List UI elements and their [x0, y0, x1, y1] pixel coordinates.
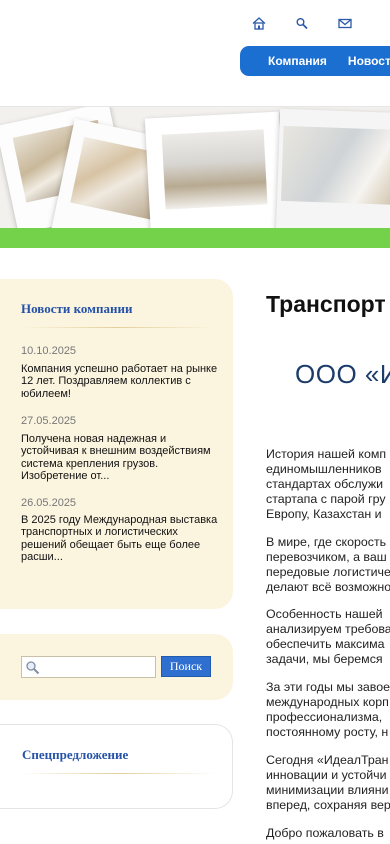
page-title: Транспорт	[266, 291, 386, 317]
search-panel: Поиск	[0, 634, 233, 700]
paragraph: Добро пожаловать в	[266, 826, 390, 841]
mail-icon[interactable]	[334, 14, 355, 32]
paragraph-line: вперед, сохраняя вер	[266, 798, 390, 812]
special-offer-panel: Спецпредложение	[0, 724, 233, 809]
home-icon[interactable]	[248, 14, 269, 32]
search-icon	[26, 661, 40, 675]
paragraph-line: Европу, Казахстан и	[266, 507, 382, 521]
paragraph-line: За эти годы мы завое	[266, 680, 390, 694]
paragraph-line: международных корп	[266, 695, 389, 709]
company-name: ООО «И	[295, 359, 390, 389]
paragraph-line: В мире, где скорость	[266, 535, 387, 549]
paragraph-line: передовые логистиче	[266, 565, 390, 579]
paragraph-line: минимизации влияни	[266, 783, 389, 797]
news-date: 27.05.2025	[21, 415, 77, 427]
main-nav: Компания Новост	[240, 46, 390, 76]
paragraph: За эти годы мы завое международных корп пр…	[266, 680, 390, 740]
paragraph-line: обеспечить максима	[266, 637, 385, 651]
nav-item-company[interactable]: Компания	[268, 54, 327, 68]
banner-photo	[144, 111, 286, 243]
search-input[interactable]	[42, 657, 154, 677]
paragraph-line: постоянному росту, н	[266, 725, 389, 739]
news-date: 26.05.2025	[21, 497, 77, 509]
paragraph-line: Особенность нашей	[266, 607, 383, 621]
paragraph-line: История нашей комп	[266, 447, 387, 461]
paragraph-line: единомышленников	[266, 462, 382, 476]
news-panel-title[interactable]: Новости компании	[21, 301, 133, 317]
news-date: 10.10.2025	[21, 345, 77, 357]
paragraph-line: анализируем требова	[266, 622, 390, 636]
paragraph-line: профессионализма,	[266, 710, 383, 724]
paragraph: История нашей комп единомышленников станда…	[266, 447, 390, 522]
paragraph-line: стартапа с парой гру	[266, 492, 386, 506]
paragraph-line: задачи, мы беремся	[266, 652, 383, 666]
news-item-text[interactable]: В 2025 году Международная выставка транс…	[21, 514, 219, 563]
nav-item-news[interactable]: Новост	[348, 54, 390, 68]
banner-stripe	[0, 228, 390, 248]
paragraph-line: стандартах обслужи	[266, 477, 384, 491]
paragraph-line: перевозчиком, а ваш	[266, 550, 387, 564]
divider	[21, 327, 215, 328]
paragraph-line: делают всё возможно	[266, 580, 390, 594]
paragraph-line: Сегодня «ИдеалТран	[266, 753, 389, 767]
paragraph-line: инновации и устойчи	[266, 768, 387, 782]
news-item-text[interactable]: Компания успешно работает на рынке 12 ле…	[21, 363, 219, 400]
paragraph: В мире, где скорость перевозчиком, а ваш п…	[266, 535, 390, 595]
banner-photo	[275, 108, 390, 238]
paragraph: Особенность нашей анализируем требова обес…	[266, 607, 390, 667]
search-icon[interactable]	[291, 14, 312, 32]
news-item-text[interactable]: Получена новая надежная и устойчивая к в…	[21, 433, 219, 482]
special-offer-title[interactable]: Спецпредложение	[22, 747, 128, 763]
divider	[21, 773, 215, 774]
paragraph: Сегодня «ИдеалТран инновации и устойчи мин…	[266, 753, 390, 813]
search-button[interactable]: Поиск	[161, 656, 211, 677]
paragraph-line: Добро пожаловать в	[266, 826, 384, 840]
search-field	[21, 656, 156, 678]
header-icons	[248, 14, 377, 32]
news-panel: Новости компании 10.10.2025 Компания усп…	[0, 279, 233, 609]
hero-banner	[0, 106, 390, 248]
